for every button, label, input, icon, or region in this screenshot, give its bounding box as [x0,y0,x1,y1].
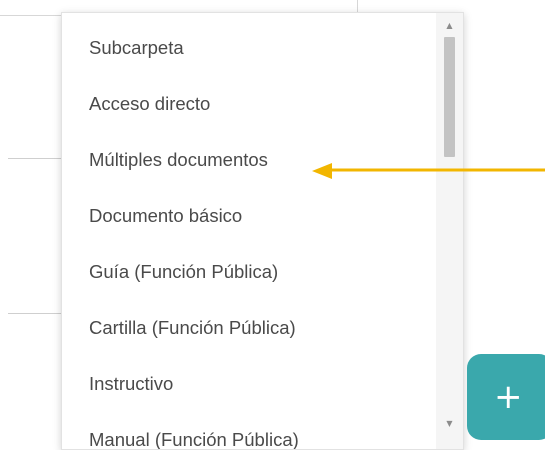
menu-item-documento-basico[interactable]: Documento básico [89,200,242,232]
new-item-dropdown-menu: Subcarpeta Acceso directo Múltiples docu… [61,12,464,450]
menu-item-instructivo[interactable]: Instructivo [89,368,173,400]
menu-list: Subcarpeta Acceso directo Múltiples docu… [62,13,434,449]
scroll-down-arrow-icon[interactable]: ▼ [436,415,463,433]
add-button[interactable]: + [467,354,545,440]
menu-item-subcarpeta[interactable]: Subcarpeta [89,32,184,64]
menu-item-guia-funcion-publica[interactable]: Guía (Función Pública) [89,256,278,288]
scrollbar-thumb[interactable] [444,37,455,157]
menu-item-multiples-documentos[interactable]: Múltiples documentos [89,144,268,176]
divider [8,158,66,159]
menu-item-cartilla-funcion-publica[interactable]: Cartilla (Función Pública) [89,312,296,344]
divider [8,313,66,314]
menu-item-manual-funcion-publica[interactable]: Manual (Función Pública) [89,424,299,449]
menu-scrollbar[interactable]: ▲ ▼ [436,13,463,449]
menu-item-acceso-directo[interactable]: Acceso directo [89,88,210,120]
scroll-up-arrow-icon[interactable]: ▲ [436,17,463,35]
